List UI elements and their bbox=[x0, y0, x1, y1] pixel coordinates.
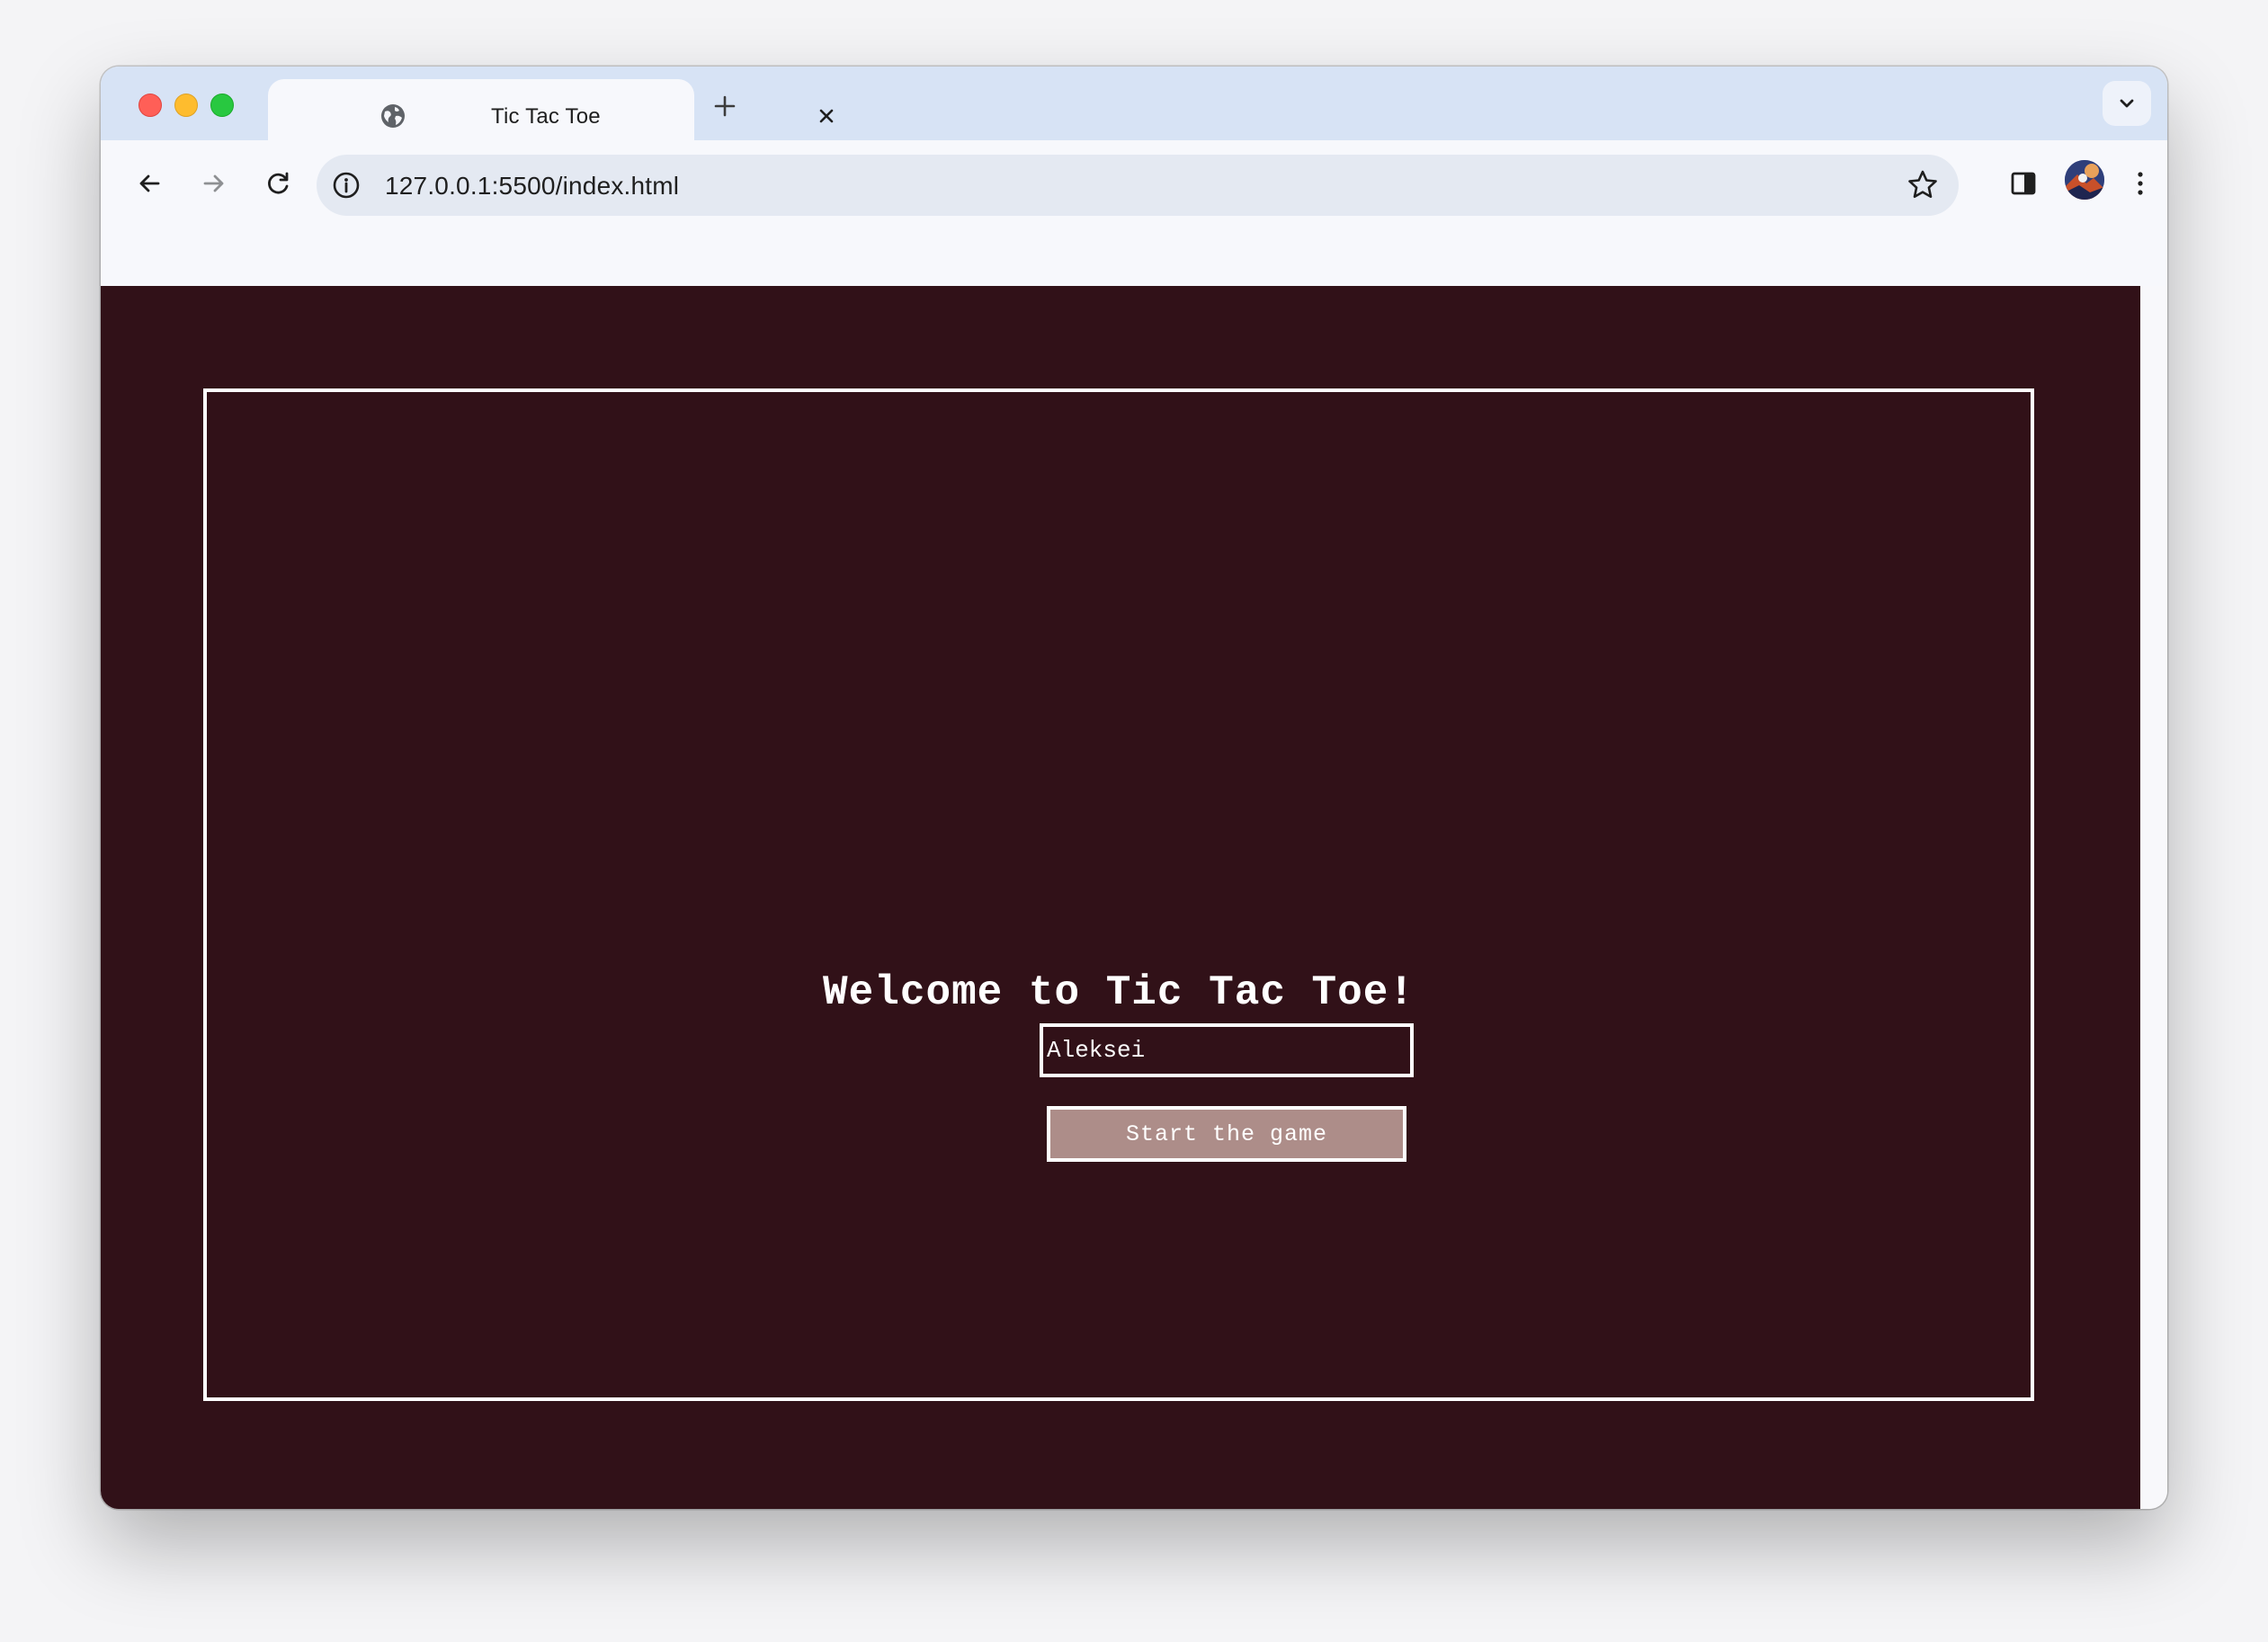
tab-tic-tac-toe[interactable]: Tic Tac Toe bbox=[268, 79, 834, 140]
address-bar[interactable]: 127.0.0.1:5500/index.html bbox=[317, 155, 1959, 216]
back-button[interactable] bbox=[126, 160, 173, 207]
info-icon[interactable] bbox=[331, 170, 362, 201]
browser-menu-button[interactable] bbox=[2121, 160, 2160, 207]
maximize-window-button[interactable] bbox=[210, 94, 234, 117]
avatar-image bbox=[2065, 160, 2104, 200]
start-game-button[interactable]: Start the game bbox=[1047, 1106, 1406, 1162]
page-viewport: Welcome to Tic Tac Toe! Start the game bbox=[101, 286, 2140, 1509]
player-name-input[interactable] bbox=[1040, 1023, 1414, 1077]
page-scrollbar[interactable] bbox=[2140, 286, 2167, 1509]
reload-icon bbox=[268, 172, 289, 194]
new-tab-button[interactable] bbox=[707, 88, 743, 124]
minimize-window-button[interactable] bbox=[174, 94, 198, 117]
game-frame: Welcome to Tic Tac Toe! Start the game bbox=[203, 388, 2034, 1401]
star-icon[interactable] bbox=[1905, 167, 1941, 203]
profile-avatar[interactable] bbox=[2065, 160, 2104, 200]
close-tab-button[interactable] bbox=[811, 101, 842, 131]
tab-list-button[interactable] bbox=[2103, 81, 2151, 126]
kebab-menu-icon bbox=[2138, 172, 2143, 195]
close-icon bbox=[819, 109, 834, 123]
browser-window: Tic Tac Toe 127.0.0.1:5500/index.html We… bbox=[101, 67, 2167, 1509]
back-arrow-icon bbox=[139, 174, 160, 192]
forward-button[interactable] bbox=[191, 160, 237, 207]
globe-icon bbox=[381, 104, 405, 128]
welcome-heading: Welcome to Tic Tac Toe! bbox=[823, 969, 1415, 1016]
side-panel-button[interactable] bbox=[2000, 160, 2047, 207]
chevron-down-icon bbox=[2120, 99, 2134, 108]
browser-toolbar: 127.0.0.1:5500/index.html bbox=[101, 140, 2167, 230]
close-window-button[interactable] bbox=[138, 94, 162, 117]
tab-strip: Tic Tac Toe bbox=[101, 67, 2167, 140]
tab-title: Tic Tac Toe bbox=[491, 104, 601, 129]
plus-icon bbox=[714, 95, 736, 117]
forward-arrow-icon bbox=[203, 174, 224, 192]
reload-button[interactable] bbox=[255, 160, 302, 207]
url-text[interactable]: 127.0.0.1:5500/index.html bbox=[385, 172, 679, 201]
side-panel-icon bbox=[2011, 172, 2036, 195]
